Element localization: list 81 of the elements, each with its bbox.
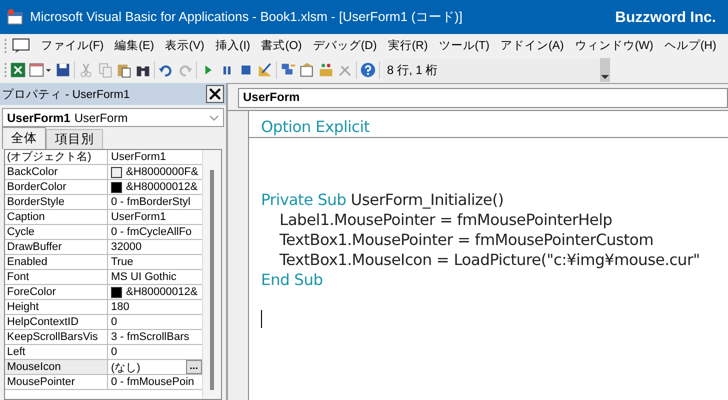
code-line: Private Sub UserForm_Initialize() <box>261 190 505 210</box>
property-name[interactable]: HelpContextID <box>5 315 108 329</box>
property-name[interactable]: Cycle <box>5 225 108 239</box>
property-value: 0 - fmMousePoin <box>111 376 194 388</box>
close-button[interactable] <box>206 85 224 103</box>
property-value: 180 <box>111 301 130 313</box>
help-icon[interactable] <box>360 62 376 78</box>
tab[interactable]: 項目別 <box>46 129 103 149</box>
menu-item[interactable]: 表示(V) <box>165 38 204 53</box>
property-value: UserForm1 <box>111 211 166 223</box>
property-name[interactable]: Font <box>5 270 108 284</box>
property-name[interactable]: Enabled <box>5 255 108 269</box>
code-line: End Sub <box>261 270 324 290</box>
paste-icon[interactable] <box>116 62 132 78</box>
close-icon <box>209 88 221 100</box>
property-name[interactable]: (オブジェクト名) <box>5 150 108 164</box>
menu-item[interactable]: ファイル(F) <box>41 38 104 53</box>
property-value: &H80000012& <box>126 181 198 193</box>
tab[interactable]: 全体 <box>2 127 46 149</box>
menu-item[interactable]: 編集(E) <box>114 38 154 53</box>
property-value: 32000 <box>111 241 142 253</box>
save-icon[interactable] <box>55 62 71 78</box>
property-name[interactable]: MouseIcon <box>5 360 108 374</box>
property-name[interactable]: Caption <box>5 210 108 224</box>
grip-icon <box>4 62 7 78</box>
menu-item[interactable]: ウィンドウ(W) <box>574 38 654 53</box>
property-name[interactable]: KeepScrollBarsVis <box>5 330 108 344</box>
property-value: UserForm1 <box>111 151 166 163</box>
app-icon <box>6 8 24 26</box>
grip-icon <box>4 38 7 54</box>
property-name[interactable]: BackColor <box>5 165 108 179</box>
code-editor[interactable]: Option Explicit Private Sub UserForm_Initialize() Label1.MousePointer = fmMousePointerHelp TextBox1.MousePointer = fmMousePointerCustom TextBox1.MouseIcon = LoadPicture("c:¥img¥mouse.cur" End Sub <box>228 110 728 400</box>
chevron-icon <box>209 114 219 120</box>
design-mode-icon[interactable] <box>257 62 273 78</box>
property-value: 3 - fmScrollBars <box>111 331 190 343</box>
spreadsheet-icon[interactable] <box>10 62 26 78</box>
property-name[interactable]: Height <box>5 300 108 314</box>
code-line: TextBox1.MouseIcon = LoadPicture("c:¥img¥mouse.cur" <box>278 250 701 270</box>
caret-icon <box>601 74 609 80</box>
panel-title: プロパティ - UserForm1 <box>2 87 130 102</box>
scrollbar-thumb[interactable] <box>210 170 214 390</box>
window-title: Microsoft Visual Basic for Applications - Book1.xlsm - [UserForm1 (コード)] <box>30 8 464 26</box>
menu-item[interactable]: 書式(O) <box>261 38 302 53</box>
menu-item[interactable]: 挿入(I) <box>215 38 250 53</box>
property-value: 0 <box>111 346 118 358</box>
property-name[interactable]: BorderColor <box>5 180 108 194</box>
properties-window-icon[interactable] <box>299 62 315 78</box>
property-value: MS UI Gothic <box>111 271 176 283</box>
browse-button[interactable]: ... <box>186 360 202 374</box>
property-name[interactable]: BorderStyle <box>5 195 108 209</box>
form-window-icon[interactable] <box>12 38 30 54</box>
toolbox-icon[interactable] <box>318 62 334 78</box>
property-value: &H80000012& <box>126 286 198 298</box>
menu-item[interactable]: ヘルプ(H) <box>664 38 716 53</box>
object-dropdown[interactable]: UserForm1 UserForm <box>2 108 224 127</box>
menu-item[interactable]: ツール(T) <box>438 38 490 53</box>
property-value: &H8000000F& <box>126 166 198 178</box>
text-cursor <box>261 310 262 328</box>
menu-item[interactable]: アドイン(A) <box>500 38 564 53</box>
object-type: UserForm <box>74 110 128 124</box>
menu-item[interactable]: 実行(R) <box>388 38 428 53</box>
menu-item[interactable]: デバッグ(D) <box>312 38 377 53</box>
property-value: 0 <box>111 316 118 328</box>
property-value: 0 - fmBorderStyl <box>111 196 190 208</box>
property-name[interactable]: ForeColor <box>5 285 108 299</box>
code-line: Label1.MousePointer = fmMousePointerHelp <box>278 210 614 230</box>
property-name[interactable]: DrawBuffer <box>5 240 108 254</box>
scrollbar[interactable] <box>202 150 221 399</box>
property-value: True <box>111 256 134 268</box>
form-icon[interactable] <box>29 62 52 78</box>
property-value: (なし) <box>111 360 140 374</box>
object-combo[interactable]: UserForm <box>238 88 728 108</box>
cursor-position: 8 行, 1 桁 <box>383 58 601 82</box>
object-name: UserForm1 <box>7 110 70 124</box>
property-name[interactable]: Left <box>5 345 108 359</box>
code-line: TextBox1.MousePointer = fmMousePointerCustom <box>278 230 654 250</box>
code-line: Option Explicit <box>261 117 370 137</box>
toolbar-options-button[interactable] <box>600 58 610 82</box>
property-value: 0 - fmCycleAllFo <box>111 226 192 238</box>
property-name[interactable]: MousePointer <box>5 375 108 389</box>
brand-name: Buzzword Inc. <box>615 8 716 26</box>
